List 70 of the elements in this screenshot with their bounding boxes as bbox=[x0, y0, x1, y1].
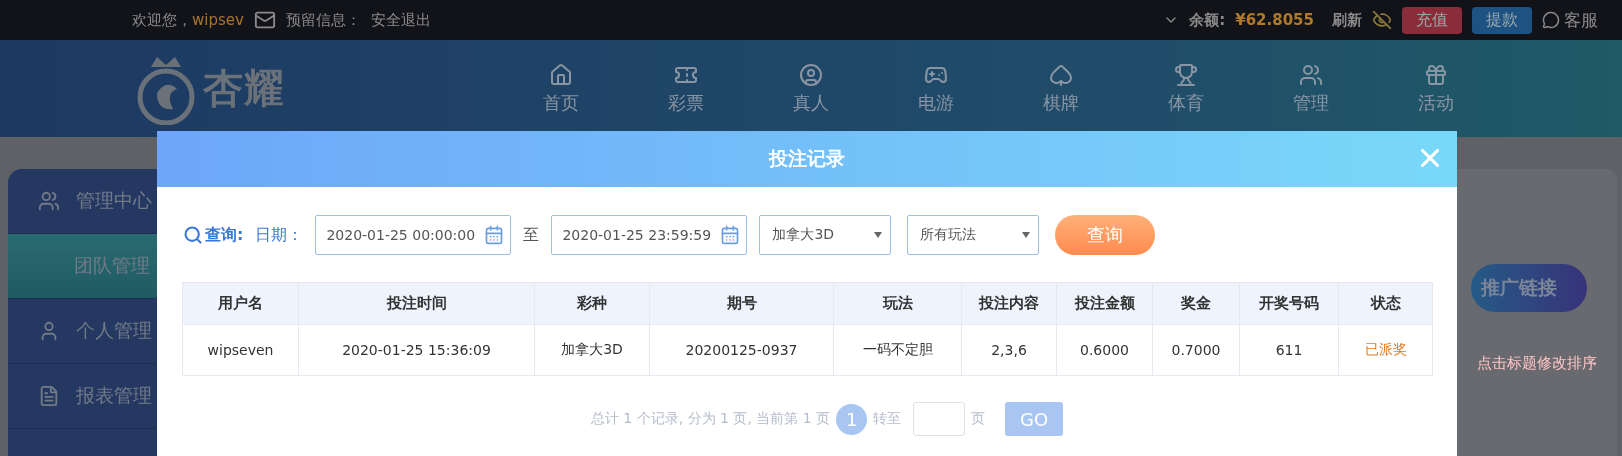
gift-icon bbox=[1423, 62, 1448, 87]
page-number[interactable]: 1 bbox=[836, 403, 868, 435]
nav-item[interactable]: 管理 bbox=[1248, 62, 1373, 115]
query-label: 查询: bbox=[205, 224, 244, 246]
goto-label: 转至 bbox=[873, 410, 902, 428]
table-cell: 611 bbox=[1239, 324, 1339, 376]
column-header: 用户名 bbox=[182, 282, 299, 325]
nav-item[interactable]: 首页 bbox=[498, 62, 623, 115]
mail-icon[interactable] bbox=[253, 9, 276, 31]
column-header: 彩种 bbox=[534, 282, 650, 325]
balance-label: 余额: bbox=[1189, 10, 1226, 30]
promo-link-button[interactable]: 推广链接 bbox=[1471, 264, 1587, 312]
query-button[interactable]: 查询 bbox=[1055, 215, 1156, 255]
logout-link[interactable]: 安全退出 bbox=[370, 10, 431, 30]
start-date-field[interactable]: 2020-01-25 00:00:00 bbox=[315, 215, 512, 255]
nav-item[interactable]: 活动 bbox=[1373, 62, 1498, 115]
people-icon bbox=[1298, 62, 1323, 87]
lottery-select[interactable]: 加拿大3D bbox=[759, 215, 892, 255]
calendar-icon[interactable] bbox=[720, 225, 741, 245]
table-cell: 2020-01-25 15:36:09 bbox=[298, 324, 535, 376]
table-cell: 20200125-0937 bbox=[649, 324, 834, 376]
eye-off-icon[interactable] bbox=[1372, 10, 1392, 30]
column-header: 奖金 bbox=[1152, 282, 1240, 325]
spade-icon bbox=[1048, 62, 1073, 87]
chat-icon[interactable] bbox=[1542, 11, 1560, 29]
nav-item[interactable]: 体育 bbox=[1123, 62, 1248, 115]
refresh-link[interactable]: 刷新 bbox=[1332, 10, 1362, 30]
table-cell: 一码不定胆 bbox=[833, 324, 962, 376]
logo-text: 杏耀 bbox=[203, 64, 285, 113]
nav-item[interactable]: 真人 bbox=[748, 62, 873, 115]
page-label: 页 bbox=[971, 410, 986, 428]
deposit-button[interactable]: 充值 bbox=[1402, 6, 1462, 34]
column-header: 状态 bbox=[1338, 282, 1433, 325]
balance-amount: ¥62.8055 bbox=[1235, 11, 1314, 29]
search-icon bbox=[183, 225, 203, 245]
calendar-icon[interactable] bbox=[484, 225, 505, 245]
sort-hint-text: 点击标题修改排序 bbox=[1477, 354, 1597, 373]
people-icon bbox=[38, 190, 60, 212]
play-select[interactable]: 所有玩法 bbox=[907, 215, 1040, 255]
welcome-text: 欢迎您，wipsev bbox=[132, 10, 244, 30]
sidebar-item[interactable]: 团队管理 bbox=[8, 234, 157, 299]
reserved-info-label: 预留信息： bbox=[285, 10, 361, 30]
column-header: 开奖号码 bbox=[1239, 282, 1339, 325]
page-input[interactable] bbox=[913, 402, 966, 436]
pagination-summary: 总计 1 个记录, 分为 1 页, 当前第 1 页 bbox=[590, 410, 831, 428]
column-header: 期号 bbox=[649, 282, 834, 325]
table-cell: wipseven bbox=[182, 324, 299, 376]
document-icon bbox=[38, 385, 60, 407]
service-link[interactable]: 客服 bbox=[1564, 8, 1598, 32]
nav-item[interactable]: 电游 bbox=[873, 62, 998, 115]
column-header: 玩法 bbox=[833, 282, 962, 325]
table-cell: 0.7000 bbox=[1152, 324, 1240, 376]
status-cell: 已派奖 bbox=[1338, 324, 1433, 376]
range-label: 至 bbox=[523, 224, 540, 246]
nav-item[interactable]: 彩票 bbox=[623, 62, 748, 115]
trophy-icon bbox=[1173, 62, 1198, 87]
table-cell: 0.6000 bbox=[1056, 324, 1153, 376]
column-header: 投注内容 bbox=[961, 282, 1057, 325]
end-date-field[interactable]: 2020-01-25 23:59:59 bbox=[551, 215, 748, 255]
house-icon bbox=[548, 62, 573, 87]
column-header: 投注金额 bbox=[1056, 282, 1153, 325]
nav-item[interactable]: 棋牌 bbox=[998, 62, 1123, 115]
column-header: 投注时间 bbox=[298, 282, 535, 325]
modal-title: 投注记录 bbox=[769, 146, 845, 171]
table-cell: 2,3,6 bbox=[961, 324, 1057, 376]
date-label: 日期： bbox=[255, 224, 304, 246]
withdraw-button[interactable]: 提款 bbox=[1472, 6, 1532, 34]
go-button[interactable]: GO bbox=[1005, 402, 1064, 436]
table-cell: 加拿大3D bbox=[534, 324, 650, 376]
person-icon bbox=[798, 62, 823, 87]
